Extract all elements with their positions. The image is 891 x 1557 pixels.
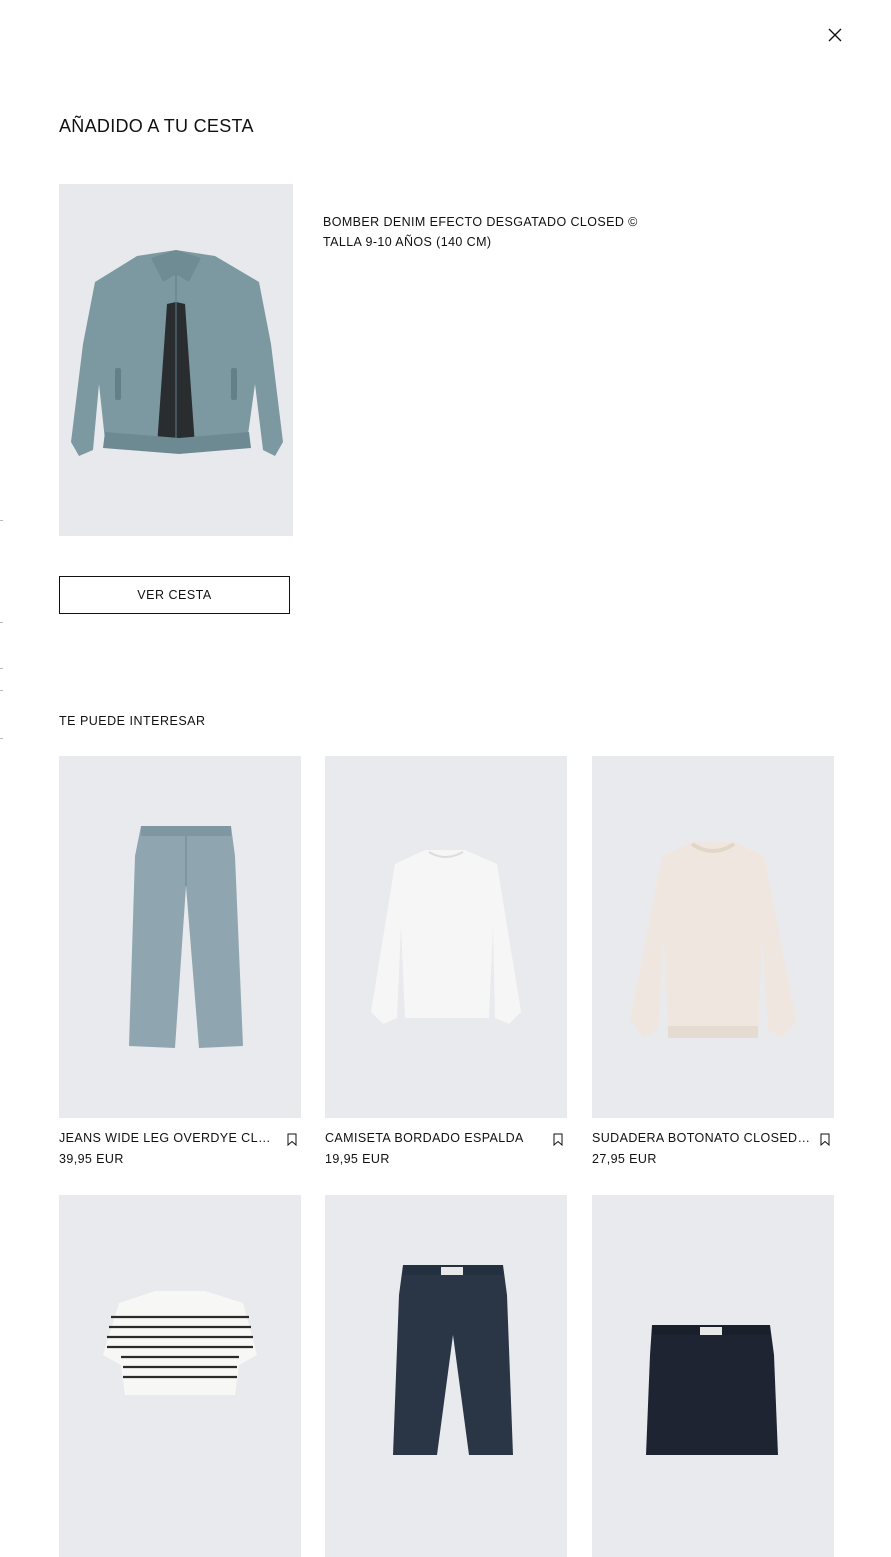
product-card[interactable] bbox=[59, 1195, 301, 1557]
close-button[interactable] bbox=[822, 22, 848, 48]
added-product-name: BOMBER DENIM EFECTO DESGATADO CLOSED © bbox=[323, 215, 638, 229]
product-name[interactable]: CAMISETA BORDADO ESPALDA bbox=[325, 1131, 543, 1145]
bookmark-icon[interactable] bbox=[553, 1133, 563, 1146]
bookmark-icon[interactable] bbox=[820, 1133, 830, 1146]
product-price: 19,95 EUR bbox=[325, 1152, 390, 1166]
product-price: 27,95 EUR bbox=[592, 1152, 657, 1166]
product-name[interactable]: SUDADERA BOTONATO CLOSED © bbox=[592, 1131, 810, 1145]
modal-title: AÑADIDO A TU CESTA bbox=[59, 116, 254, 136]
background-page-edge bbox=[0, 0, 4, 1386]
product-image[interactable] bbox=[592, 756, 834, 1118]
product-image[interactable] bbox=[59, 1195, 301, 1557]
product-image[interactable] bbox=[325, 1195, 567, 1557]
product-image[interactable] bbox=[325, 756, 567, 1118]
recommendations-title: TE PUEDE INTERESAR bbox=[59, 714, 206, 728]
product-card[interactable] bbox=[325, 1195, 567, 1557]
product-price: 39,95 EUR bbox=[59, 1152, 124, 1166]
product-image[interactable] bbox=[59, 756, 301, 1118]
added-product-info: BOMBER DENIM EFECTO DESGATADO CLOSED © T… bbox=[323, 212, 638, 252]
product-name[interactable]: JEANS WIDE LEG OVERDYE CLOSED bbox=[59, 1131, 277, 1145]
added-product-image[interactable] bbox=[59, 184, 293, 536]
bookmark-icon[interactable] bbox=[287, 1133, 297, 1146]
product-card[interactable]: CAMISETA BORDADO ESPALDA 19,95 EUR bbox=[325, 756, 567, 1166]
product-card[interactable] bbox=[592, 1195, 834, 1557]
view-cart-button[interactable]: VER CESTA bbox=[59, 576, 290, 614]
product-card[interactable]: JEANS WIDE LEG OVERDYE CLOSED 39,95 EUR bbox=[59, 756, 301, 1166]
product-card[interactable]: SUDADERA BOTONATO CLOSED © 27,95 EUR bbox=[592, 756, 834, 1166]
close-icon bbox=[828, 28, 842, 42]
product-image[interactable] bbox=[592, 1195, 834, 1557]
added-product-size: TALLA 9-10 AÑOS (140 CM) bbox=[323, 235, 492, 249]
